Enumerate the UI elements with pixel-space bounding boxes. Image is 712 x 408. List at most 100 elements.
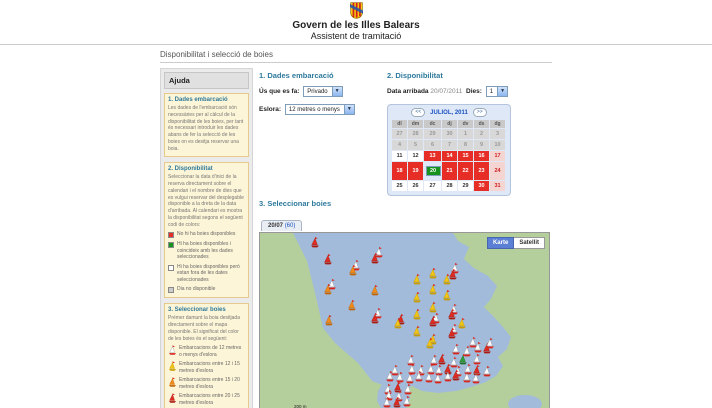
calendar-day-cell[interactable]: 12 (408, 151, 423, 161)
length-label: Eslora: (259, 106, 281, 113)
calendar-day-cell[interactable]: 28 (408, 129, 423, 139)
calendar-day-cell[interactable]: 17 (490, 151, 505, 161)
calendar-prev-button[interactable]: << (411, 108, 425, 117)
boat-data-section: 1. Dades embarcació Ús que es fa: Privad… (259, 68, 387, 196)
map-scale-bar: 200 m 500 ft (294, 404, 339, 408)
calendar-day-cell[interactable]: 4 (392, 140, 407, 150)
help-sidebar-title: Ajuda (164, 72, 249, 89)
buoy-color-legend: Embarcacions de 12 metres o menys d'eslo… (168, 345, 245, 408)
calendar-day-cell[interactable]: 30 (474, 181, 489, 191)
scale-meters: 200 m (294, 404, 339, 408)
calendar-next-button[interactable]: >> (473, 108, 487, 117)
legend-item: Embarcacions entre 20 i 25 metres d'eslo… (168, 393, 245, 406)
legend-item: Hi ha boies disponibles però estan fora … (168, 264, 245, 284)
boat-icon (168, 345, 177, 355)
help-section-text: Seleccionar la data d'inici de la reserv… (168, 174, 245, 228)
calendar-day-cell[interactable]: 28 (442, 181, 457, 191)
calendar-day-cell[interactable]: 10 (490, 140, 505, 150)
help-sidebar: Ajuda 1. Dades embarcació Les dades de l… (160, 68, 253, 408)
legend-item: Embarcacions de 12 metres o menys d'eslo… (168, 345, 245, 358)
calendar-day-cell[interactable]: 18 (392, 162, 407, 180)
calendar-day-cell[interactable]: 21 (442, 162, 457, 180)
map-canvas[interactable] (260, 233, 549, 408)
days-select[interactable]: 1 ▼ (486, 86, 508, 97)
calendar-day-cell[interactable]: 15 (458, 151, 473, 161)
calendar-day-cell[interactable]: 3 (490, 129, 505, 139)
section-title-seleccionar: 3. Seleccionar boies (259, 199, 552, 208)
calendar-day-cell[interactable]: 31 (490, 181, 505, 191)
boat-icon (168, 393, 177, 403)
help-section-title: 3. Seleccionar boies (168, 307, 245, 313)
title-divider (160, 62, 552, 63)
help-section-text: Les dades de l'embarcació són necessàrie… (168, 105, 245, 152)
arrival-date-label: Data arribada (387, 88, 429, 95)
site-header: Govern de les Illes Balears Assistent de… (0, 0, 712, 45)
calendar-day-cell[interactable]: 14 (442, 151, 457, 161)
boat-icon (168, 361, 177, 371)
calendar-day-header: dl (392, 120, 407, 128)
map-date-tab[interactable]: 20/07 (60) (261, 220, 302, 231)
calendar-month-title: JULIOL, 2011 (430, 110, 468, 116)
availability-section: 2. Disponibilitat Data arribada 20/07/20… (387, 68, 552, 196)
help-section-disponibilitat: 2. Disponibilitat Seleccionar la data d'… (164, 162, 249, 298)
legend-item: Embarcacions entre 12 i 15 metres d'eslo… (168, 361, 245, 374)
legend-item: Dia no disponible (168, 286, 245, 293)
calendar-day-cell[interactable]: 22 (458, 162, 473, 180)
satellite-type-button[interactable]: Satellit (514, 237, 545, 249)
calendar-day-cell[interactable]: 6 (424, 140, 441, 150)
calendar-day-cell[interactable]: 23 (474, 162, 489, 180)
calendar-day-cell[interactable]: 8 (458, 140, 473, 150)
section-title-dades: 1. Dades embarcació (259, 71, 387, 80)
calendar-week: 45678910 (392, 140, 505, 150)
help-section-title: 1. Dades embarcació (168, 97, 245, 103)
calendar-day-header: dj (442, 120, 457, 128)
calendar-day-cell[interactable]: 30 (442, 129, 457, 139)
calendar-day-cell[interactable]: 27 (424, 181, 441, 191)
calendar-week: 18192021222324 (392, 162, 505, 180)
calendar-day-cell[interactable]: 27 (392, 129, 407, 139)
chevron-down-icon: ▼ (497, 87, 507, 96)
coat-of-arms-icon (350, 2, 363, 19)
calendar-day-cell[interactable]: 5 (408, 140, 423, 150)
calendar-day-cell[interactable]: 16 (474, 151, 489, 161)
legend-item: No hi ha boies disponibles (168, 231, 245, 238)
calendar-day-cell[interactable]: 20 (426, 166, 441, 176)
calendar-day-cell[interactable]: 1 (458, 129, 473, 139)
section-title-disponibilitat: 2. Disponibilitat (387, 71, 552, 80)
buoy-map[interactable]: Karte Satellit Google 200 m 500 ft Karte… (259, 232, 550, 408)
calendar-day-cell[interactable]: 26 (408, 181, 423, 191)
calendar-day-cell[interactable]: 9 (474, 140, 489, 150)
calendar-day-cell[interactable]: 11 (392, 151, 407, 161)
availability-calendar: << JULIOL, 2011 >> dldmdcdjdvdsdg2728293… (387, 104, 511, 196)
legend-item: Embarcacions entre 15 i 20 metres d'eslo… (168, 377, 245, 390)
government-title: Govern de les Illes Balears (0, 20, 712, 31)
calendar-day-header: dg (490, 120, 505, 128)
help-section-boies: 3. Seleccionar boies Prémer damunt la bo… (164, 303, 249, 408)
calendar-day-cell[interactable]: 24 (490, 162, 505, 180)
calendar-day-cell[interactable]: 29 (424, 129, 441, 139)
calendar-day-cell[interactable]: 29 (458, 181, 473, 191)
calendar-day-cell[interactable]: 2 (474, 129, 489, 139)
length-select[interactable]: 12 metres o menys ▼ (285, 104, 355, 115)
legend-swatch (168, 265, 174, 271)
help-section-title: 2. Disponibilitat (168, 166, 245, 172)
calendar-week: 11121314151617 (392, 151, 505, 161)
calendar-day-header: dc (424, 120, 441, 128)
calendar-week: 27282930123 (392, 129, 505, 139)
calendar-day-cell[interactable]: 25 (392, 181, 407, 191)
help-section-dades: 1. Dades embarcació Les dades de l'embar… (164, 93, 249, 157)
calendar-day-header: dm (408, 120, 423, 128)
arrival-date-value: 20/07/2011 (430, 88, 462, 95)
usage-select[interactable]: Privado ▼ (303, 86, 342, 97)
calendar-week: 25262728293031 (392, 181, 505, 191)
usage-label: Ús que es fa: (259, 88, 299, 95)
calendar-day-cell[interactable]: 13 (424, 151, 441, 161)
app-subtitle: Assistent de tramitació (0, 31, 712, 41)
calendar-day-cell[interactable]: 7 (442, 140, 457, 150)
chevron-down-icon: ▼ (332, 87, 342, 96)
page-title: Disponibilitat i selecció de boies (160, 45, 552, 62)
calendar-day-cell[interactable]: 19 (408, 162, 423, 180)
help-section-text: Prémer damunt la boia desitjada directam… (168, 315, 245, 342)
calendar-day-header: ds (474, 120, 489, 128)
map-type-button[interactable]: Karte (487, 237, 514, 249)
